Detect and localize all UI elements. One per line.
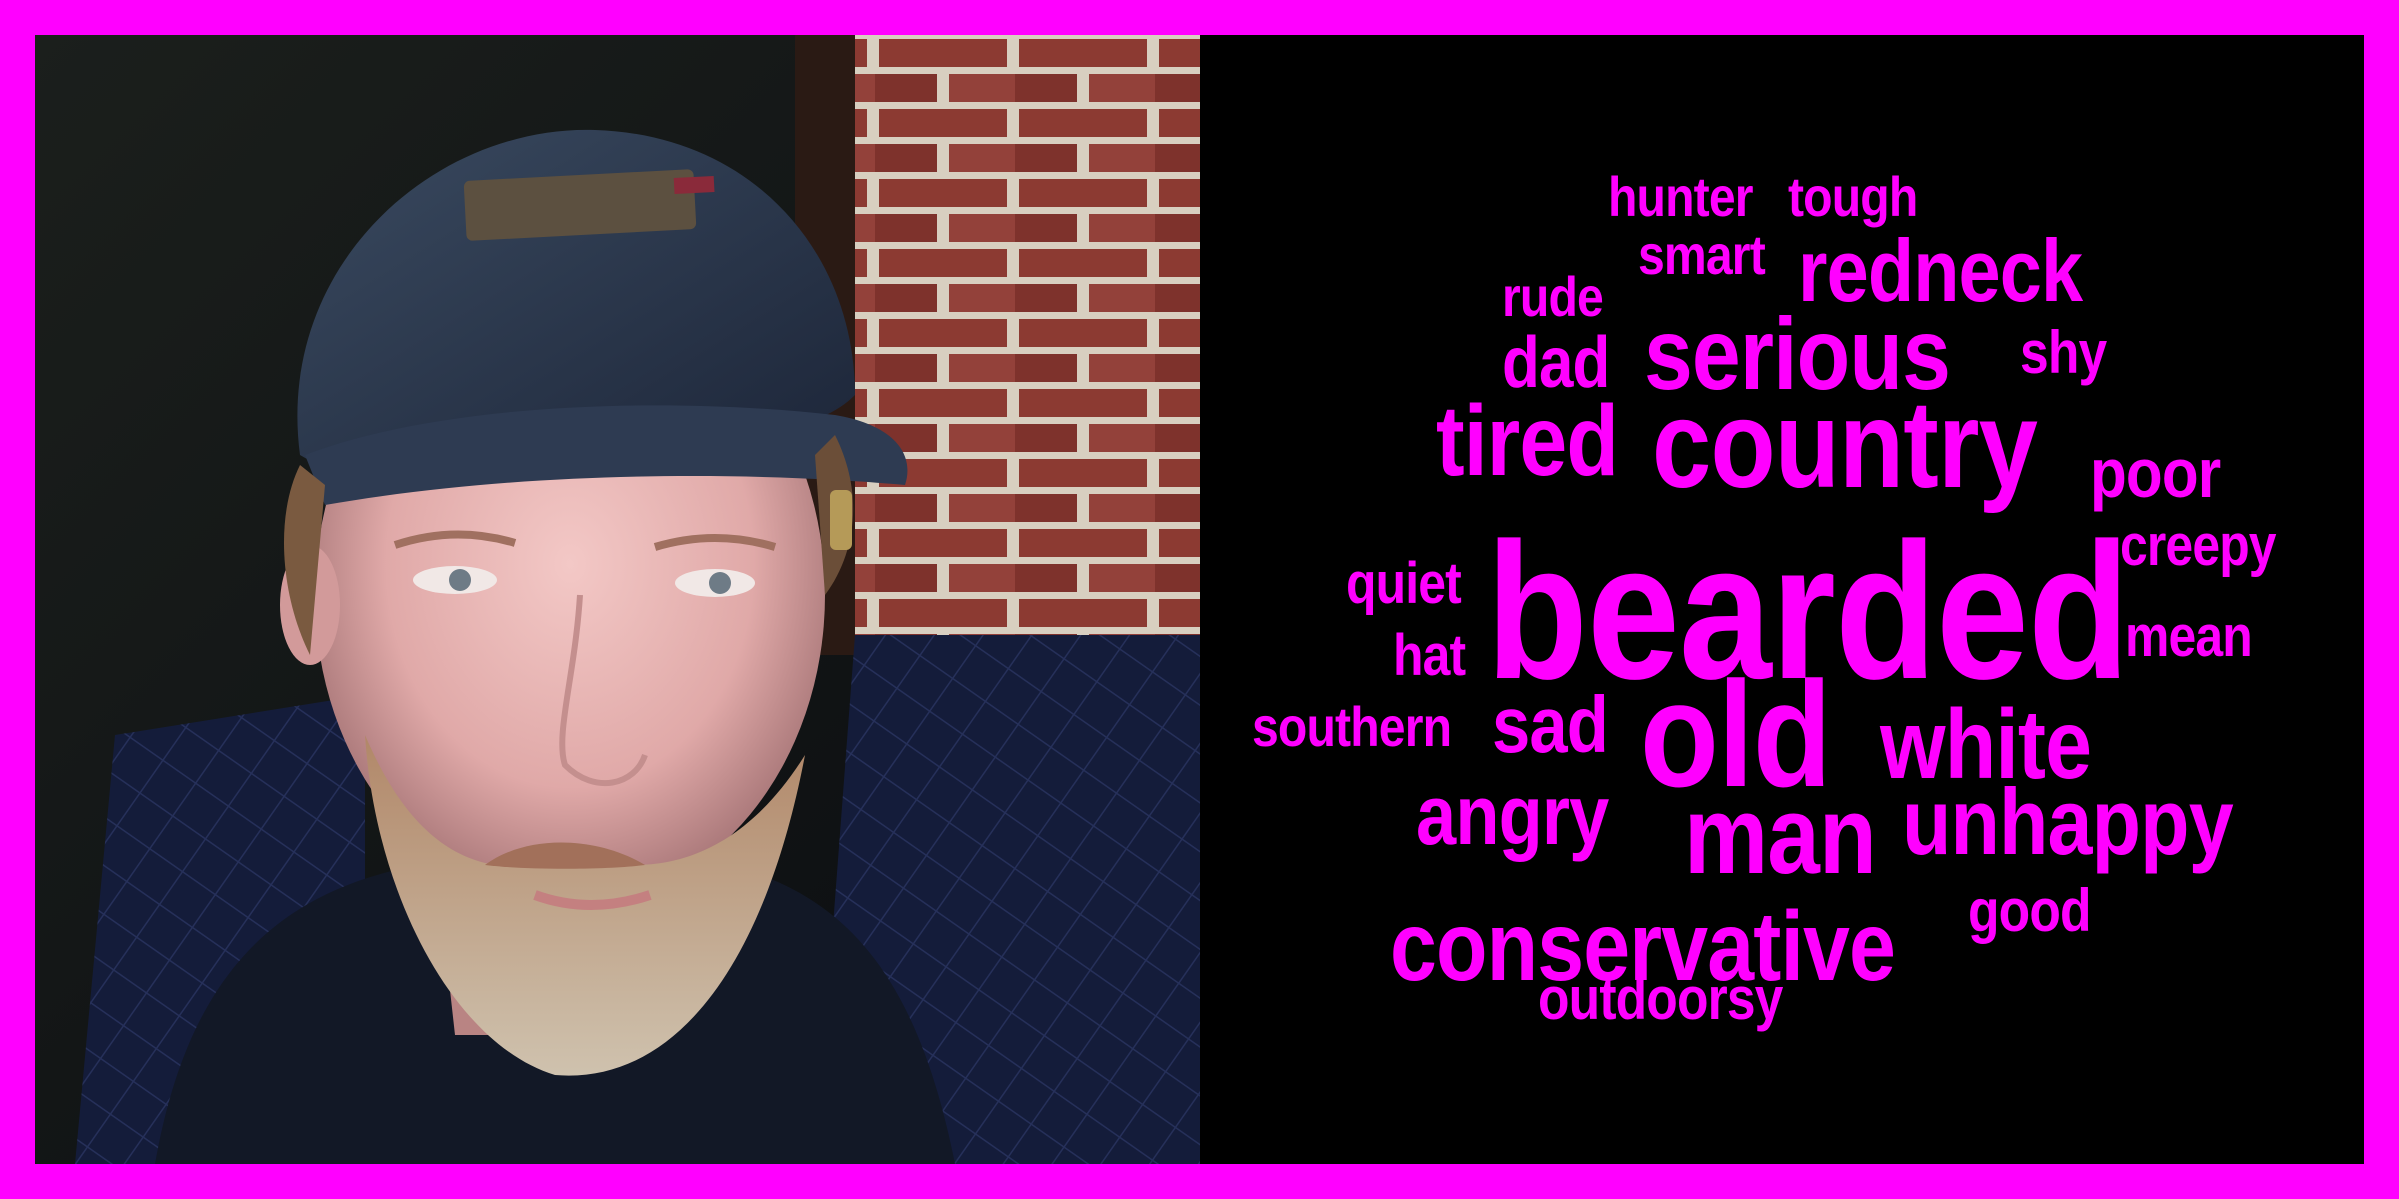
- word-angry: angry: [1416, 768, 1609, 862]
- portrait-photo: [35, 35, 1200, 1164]
- word-tired: tired: [1436, 385, 1619, 497]
- word-unhappy: unhappy: [1902, 769, 2234, 874]
- word-outdoorsy: outdoorsy: [1538, 965, 1783, 1032]
- word-poor: poor: [2090, 434, 2221, 512]
- collage-frame: hunter tough smart redneck rude dad seri…: [0, 0, 2399, 1199]
- word-tough: tough: [1788, 165, 1918, 228]
- word-mean: mean: [2125, 604, 2253, 669]
- word-good: good: [1968, 877, 2092, 944]
- word-sad: sad: [1492, 680, 1609, 769]
- word-cloud: hunter tough smart redneck rude dad seri…: [1200, 35, 2364, 1164]
- word-hat: hat: [1393, 623, 1466, 688]
- word-quiet: quiet: [1346, 551, 1462, 616]
- word-rude: rude: [1502, 265, 1604, 328]
- word-hunter: hunter: [1608, 165, 1754, 228]
- word-shy: shy: [2020, 319, 2107, 386]
- word-smart: smart: [1638, 223, 1766, 286]
- word-creepy: creepy: [2120, 513, 2277, 578]
- word-man: man: [1684, 774, 1877, 897]
- portrait-illustration: [35, 35, 1200, 1164]
- word-southern: southern: [1252, 695, 1452, 758]
- word-country: country: [1652, 376, 2038, 514]
